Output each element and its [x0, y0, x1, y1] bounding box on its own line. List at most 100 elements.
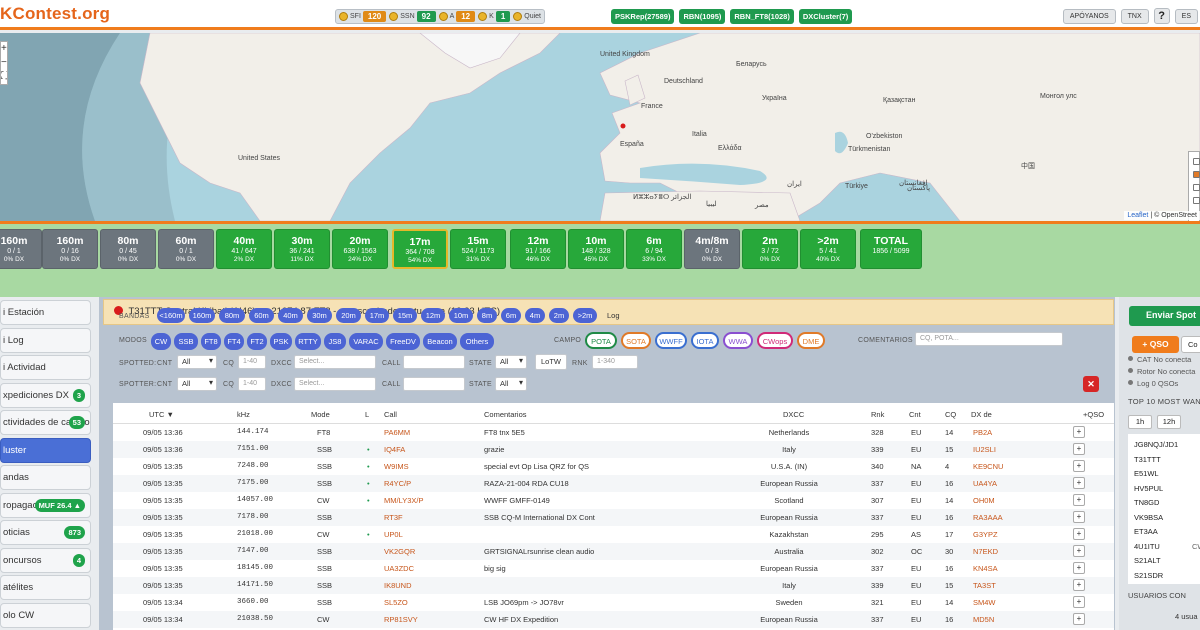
band-tile-12m[interactable]: 12m 91 / 166 46% DX [510, 229, 566, 269]
cell-call[interactable]: MM/LY3X/P [384, 496, 423, 505]
column-header[interactable]: DX de [971, 410, 992, 419]
band-filter-chip[interactable]: 20m [336, 308, 361, 323]
campo-filter-dme[interactable]: DME [797, 332, 825, 349]
top10-call[interactable]: JG8NQJ/JD1 [1134, 440, 1178, 449]
leaflet-link[interactable]: Leaflet [1127, 212, 1148, 219]
band-tile-30m[interactable]: 30m 36 / 241 11% DX [274, 229, 330, 269]
band-filter-chip[interactable]: 6m [501, 308, 521, 323]
band-tile-2m[interactable]: 2m 3 / 72 0% DX [742, 229, 798, 269]
campo-filter-wwff[interactable]: WWFF [655, 332, 687, 349]
band-tile-4m8m[interactable]: 4m/8m 0 / 3 0% DX [684, 229, 740, 269]
sidebar-item[interactable]: luster [0, 437, 91, 463]
lotw-toggle[interactable]: LoTW [535, 354, 568, 370]
top10-call[interactable]: S21ALT [1134, 556, 1161, 565]
band-tile-17m[interactable]: 17m 364 / 708 54% DX [392, 229, 448, 269]
add-qso-row-button[interactable]: + [1073, 528, 1085, 540]
band-tile-6m[interactable]: 6m 6 / 94 33% DX [626, 229, 682, 269]
band-tile-40m[interactable]: 40m 41 / 647 2% DX [216, 229, 272, 269]
mode-filter-chip[interactable]: FreeDV [386, 333, 420, 350]
cell-dxde[interactable]: PB2A [973, 428, 992, 437]
cell-dxde[interactable]: UA4YA [973, 479, 997, 488]
band-filter-chip[interactable]: 30m [307, 308, 332, 323]
site-logo[interactable]: KContest.org [0, 4, 110, 24]
cell-call[interactable]: IQ4FA [384, 445, 405, 454]
spotter-call-input[interactable] [403, 377, 465, 391]
spotted-cnt-select[interactable]: All [177, 355, 217, 369]
add-qso-row-button[interactable]: + [1073, 477, 1085, 489]
band-filter-chip[interactable]: 160m [189, 308, 215, 323]
top10-call[interactable]: S21SDR [1134, 571, 1163, 580]
cell-dxde[interactable]: G3YPZ [973, 530, 998, 539]
support-button[interactable]: APÓYANOS [1062, 8, 1116, 24]
tab-12h[interactable]: 12h [1157, 415, 1181, 429]
column-header[interactable]: Rnk [871, 410, 884, 419]
send-spot-button[interactable]: Enviar Spot [1129, 306, 1200, 326]
add-qso-row-button[interactable]: + [1073, 596, 1085, 608]
column-header[interactable]: Mode [311, 410, 330, 419]
cell-call[interactable]: IK8UND [384, 581, 412, 590]
band-tile-60m[interactable]: 60m 0 / 1 0% DX [158, 229, 214, 269]
sidebar-item[interactable]: olo CW [0, 602, 91, 628]
band-tile-160m[interactable]: 160m 0 / 1 0% DX [0, 229, 42, 269]
table-row[interactable]: 09/05 13:35 14057.00 CW • MM/LY3X/P WWFF GMFF… [113, 492, 1114, 509]
sidebar-item[interactable]: i Estación [0, 300, 91, 325]
language-select[interactable]: ES [1174, 8, 1198, 24]
sidebar-item[interactable]: oncursos 4 [0, 547, 91, 573]
table-row[interactable]: 09/05 13:35 21018.00 CW • UP0L Kazakhstan 295 A… [113, 526, 1114, 543]
co-button[interactable]: Co [1181, 336, 1200, 353]
band-filter-chip[interactable]: 40m [278, 308, 303, 323]
column-header[interactable]: Cnt [909, 410, 921, 419]
band-filter-chip[interactable]: 2m [549, 308, 569, 323]
mode-filter-chip[interactable]: FT2 [247, 333, 267, 350]
cell-call[interactable]: UA3ZDC [384, 564, 414, 573]
cell-call[interactable]: VK2GQR [384, 547, 415, 556]
band-filter-chip[interactable]: 15m [393, 308, 417, 323]
table-row[interactable]: 09/05 13:35 18145.00 SSB UA3ZDC big sig Europ… [113, 560, 1114, 577]
cluster-source-button[interactable]: DXCluster(7) [798, 9, 853, 24]
add-qso-row-button[interactable]: + [1073, 562, 1085, 574]
column-header[interactable]: +QSO [1083, 410, 1104, 419]
top10-call[interactable]: E51WL [1134, 469, 1159, 478]
cell-call[interactable]: SL5ZO [384, 598, 408, 607]
table-row[interactable]: 09/05 13:35 7147.00 SSB VK2GQR GRTSIGNALrsun… [113, 543, 1114, 560]
layer-checkbox[interactable] [1193, 197, 1200, 204]
spotted-cq-input[interactable]: 1-40 [238, 355, 266, 369]
comentarios-input[interactable]: CQ, POTA... [915, 332, 1063, 346]
band-tile-160m[interactable]: 160m 0 / 16 0% DX [42, 229, 98, 269]
cell-dxde[interactable]: N7EKD [973, 547, 998, 556]
table-row[interactable]: 09/05 13:34 3660.00 SSB SL5ZO LSB JO69pm -> … [113, 594, 1114, 611]
cell-call[interactable]: RP81SVY [384, 615, 418, 624]
mode-filter-chip[interactable]: FT4 [224, 333, 244, 350]
cell-dxde[interactable]: RA3AAA [973, 513, 1003, 522]
mode-filter-chip[interactable]: CW [151, 333, 171, 350]
cluster-source-button[interactable]: PSKRep(27589) [611, 9, 675, 24]
tab-1h[interactable]: 1h [1128, 415, 1152, 429]
spotted-dxcc-select[interactable]: Select... [294, 355, 376, 369]
add-qso-row-button[interactable]: + [1073, 460, 1085, 472]
spotted-call-input[interactable] [403, 355, 465, 369]
zoom-controls[interactable]: + − ⛶ [0, 41, 8, 85]
spotted-state-select[interactable]: All [495, 355, 527, 369]
column-header[interactable]: DXCC [783, 410, 804, 419]
add-qso-row-button[interactable]: + [1073, 511, 1085, 523]
mode-filter-chip[interactable]: RTTY [295, 333, 321, 350]
band-filter-chip[interactable]: 17m [365, 308, 389, 323]
cell-call[interactable]: R4YC/P [384, 479, 411, 488]
add-qso-row-button[interactable]: + [1073, 545, 1085, 557]
mode-filter-chip[interactable]: SSB [174, 333, 198, 350]
spotter-cnt-select[interactable]: All [177, 377, 217, 391]
band-filter-chip[interactable]: 8m [477, 308, 497, 323]
spotter-dxcc-select[interactable]: Select... [294, 377, 376, 391]
layer-checkbox[interactable] [1193, 184, 1200, 191]
table-row[interactable]: 09/05 13:35 7175.00 SSB • R4YC/P RAZA-21-004 … [113, 475, 1114, 492]
add-qso-row-button[interactable]: + [1073, 443, 1085, 455]
table-row[interactable]: 09/05 13:35 7178.00 SSB RT3F SSB CQ-M Intern… [113, 509, 1114, 526]
cell-dxde[interactable]: KN4SA [973, 564, 998, 573]
cell-dxde[interactable]: KE9CNU [973, 462, 1003, 471]
add-qso-button[interactable]: + QSO [1132, 336, 1179, 353]
spotter-state-select[interactable]: All [495, 377, 527, 391]
mode-filter-chip[interactable]: Others [460, 333, 494, 350]
cluster-source-button[interactable]: RBN_FT8(1028) [730, 9, 794, 24]
cell-call[interactable]: UP0L [384, 530, 403, 539]
column-header[interactable]: L [365, 410, 369, 419]
